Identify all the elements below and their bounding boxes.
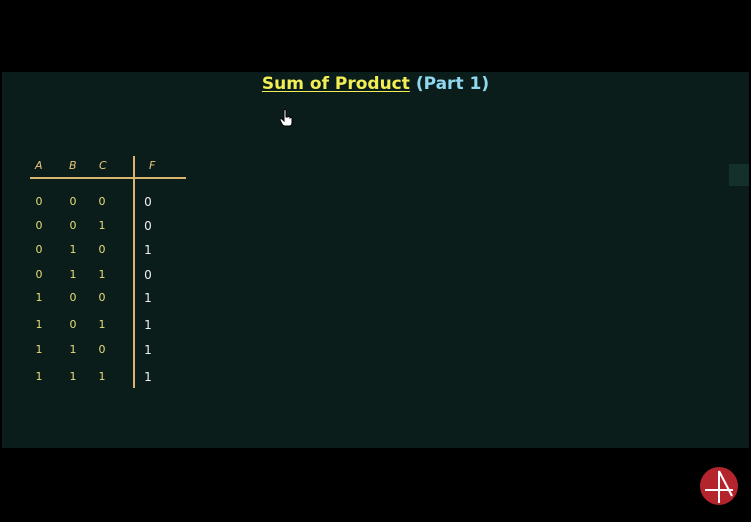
cell-f-row-5: 1 — [144, 291, 152, 305]
cell-b-row-8: 1 — [69, 370, 77, 383]
cell-c-row-2: 1 — [98, 219, 106, 232]
cell-a-row-2: 0 — [35, 219, 43, 232]
cell-a-row-4: 0 — [35, 268, 43, 281]
cell-b-row-7: 1 — [69, 343, 77, 356]
cell-f-row-1: 0 — [144, 195, 152, 209]
cell-a-row-1: 0 — [35, 195, 43, 208]
cell-c-row-3: 0 — [98, 243, 106, 256]
cell-b-row-2: 0 — [69, 219, 77, 232]
cell-f-row-3: 1 — [144, 243, 152, 257]
cell-c-row-8: 1 — [98, 370, 106, 383]
title-main: Sum of Product — [261, 74, 410, 94]
cell-b-row-4: 1 — [69, 268, 77, 281]
cell-f-row-8: 1 — [144, 370, 152, 384]
header-a: A — [35, 159, 43, 172]
cell-f-row-7: 1 — [144, 343, 152, 357]
cell-a-row-7: 1 — [35, 343, 43, 356]
table-header-line — [30, 177, 186, 179]
page-title: Sum of Product (Part 1) — [0, 74, 751, 94]
cell-a-row-8: 1 — [35, 370, 43, 383]
cell-a-row-5: 1 — [35, 291, 43, 304]
channel-logo-icon[interactable] — [699, 466, 739, 506]
header-c: C — [99, 159, 107, 172]
cell-c-row-6: 1 — [98, 318, 106, 331]
blackboard — [2, 72, 749, 448]
table-output-divider — [133, 156, 135, 388]
cell-c-row-4: 1 — [98, 268, 106, 281]
title-sub: (Part 1) — [415, 74, 490, 94]
cell-c-row-7: 0 — [98, 343, 106, 356]
header-f: F — [149, 159, 156, 172]
cell-c-row-1: 0 — [98, 195, 106, 208]
cell-f-row-4: 0 — [144, 268, 152, 282]
cell-f-row-6: 1 — [144, 318, 152, 332]
cell-b-row-3: 1 — [69, 243, 77, 256]
cell-b-row-1: 0 — [69, 195, 77, 208]
hand-pointer-icon — [279, 109, 293, 127]
cell-b-row-6: 0 — [69, 318, 77, 331]
cell-f-row-2: 0 — [144, 219, 152, 233]
letterbox-top — [0, 0, 751, 72]
header-b: B — [69, 159, 77, 172]
side-panel-tab[interactable] — [729, 164, 749, 186]
cell-b-row-5: 0 — [69, 291, 77, 304]
cell-a-row-3: 0 — [35, 243, 43, 256]
cell-a-row-6: 1 — [35, 318, 43, 331]
cell-c-row-5: 0 — [98, 291, 106, 304]
letterbox-bottom — [0, 448, 751, 522]
